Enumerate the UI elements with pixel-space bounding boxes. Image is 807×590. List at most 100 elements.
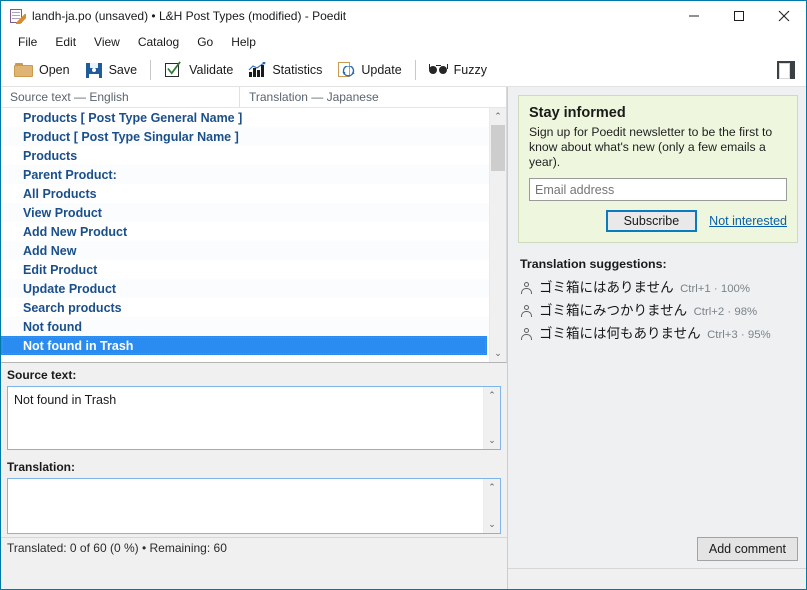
sidebar-bottom-strip [508,568,806,589]
maximize-icon[interactable] [716,1,761,31]
email-field[interactable] [529,178,787,201]
titlebar: landh-ja.po (unsaved) • L&H Post Types (… [1,1,806,31]
window-title: landh-ja.po (unsaved) • L&H Post Types (… [32,9,347,23]
list-body[interactable]: Products [ Post Type General Name ] Prod… [1,108,489,362]
table-row[interactable]: Add New [1,241,489,260]
translation-list-panel: Source text — English Translation — Japa… [1,87,507,363]
row-source: Update Product [23,281,117,296]
table-row[interactable]: All Products [1,184,489,203]
table-row[interactable]: Products [ Post Type General Name ] [1,108,489,127]
suggestion-meta: Ctrl+2 · 98% [693,306,758,318]
add-comment-button[interactable]: Add comment [696,537,798,561]
list-item[interactable]: ゴミ箱には何もありません Ctrl+3 · 95% [518,325,798,343]
open-button-label: Open [39,62,70,77]
menu-go[interactable]: Go [188,33,222,51]
translation-pane: Translation: ⌃ ⌄ [1,455,507,537]
table-row[interactable]: Product [ Post Type Singular Name ] [1,127,489,146]
suggestion-meta: Ctrl+3 · 95% [707,329,771,341]
toolbar-separator [150,59,152,80]
table-row[interactable]: Parent Product: [1,165,489,184]
menu-view[interactable]: View [85,33,129,51]
not-interested-link[interactable]: Not interested [709,214,787,228]
table-row[interactable]: Update Product [1,279,489,298]
update-button[interactable]: Update [329,55,408,85]
menu-help[interactable]: Help [222,33,265,51]
scrollbar-thumb[interactable] [491,125,505,171]
source-text-box: Not found in Trash ⌃ ⌄ [7,386,501,450]
menu-catalog[interactable]: Catalog [129,33,188,51]
row-source: Products [ Post Type General Name ] [23,110,243,125]
menu-file[interactable]: File [9,33,46,51]
table-row[interactable]: Not found [1,317,489,336]
left-column: Source text — English Translation — Japa… [1,87,507,589]
scroll-down-icon[interactable]: ⌄ [484,516,500,533]
table-row[interactable]: View Product [1,203,489,222]
subscribe-button[interactable]: Subscribe [605,210,698,232]
menu-edit[interactable]: Edit [46,33,85,51]
floppy-disk-icon [84,60,104,80]
row-source: Add New Product [23,224,128,239]
table-row[interactable]: Search products [1,298,489,317]
add-comment-wrap: Add comment [696,537,798,561]
source-text-scrollbar[interactable]: ⌃ ⌄ [483,387,500,449]
poedit-window: landh-ja.po (unsaved) • L&H Post Types (… [0,0,807,590]
minimize-icon[interactable] [671,1,716,31]
menubar: File Edit View Catalog Go Help [1,31,806,53]
glasses-icon [428,60,449,80]
table-row[interactable]: Edit Product [1,260,489,279]
column-header-translation[interactable]: Translation — Japanese [239,87,506,107]
row-source: Edit Product [23,262,98,277]
close-icon[interactable] [761,1,806,31]
folder-icon [14,60,34,80]
row-source: Search products [23,300,122,315]
refresh-page-icon [336,60,356,80]
save-button[interactable]: Save [77,55,145,85]
scrollbar-track[interactable] [490,125,506,345]
scroll-up-icon[interactable]: ⌃ [484,479,500,496]
bar-chart-icon [247,60,267,80]
open-button[interactable]: Open [7,55,77,85]
window-controls [671,1,806,31]
row-source: Not found [23,319,83,334]
status-bar-text: Translated: 0 of 60 (0 %) • Remaining: 6… [7,541,227,555]
suggestions-title: Translation suggestions: [520,257,667,271]
validate-button[interactable]: Validate [157,55,240,85]
row-source: Not found in Trash [23,338,134,353]
list-scrollbar[interactable]: ⌃ ⌄ [489,108,506,362]
suggestion-meta: Ctrl+1 · 100% [680,283,751,295]
row-source: Add New [23,243,77,258]
column-header-source[interactable]: Source text — English [1,87,239,107]
toolbar-separator-2 [414,59,416,80]
table-row[interactable]: Products [1,146,489,165]
translation-input-value[interactable] [8,479,483,533]
list-item[interactable]: ゴミ箱にはありません Ctrl+1 · 100% [518,279,798,297]
source-text-value: Not found in Trash [14,393,117,407]
scroll-up-icon[interactable]: ⌃ [484,387,500,404]
scroll-up-icon[interactable]: ⌃ [490,108,506,125]
list-item[interactable]: ゴミ箱にみつかりません Ctrl+2 · 98% [518,302,798,320]
newsletter-body: Sign up for Poedit newsletter to be the … [529,125,773,169]
translation-scrollbar[interactable]: ⌃ ⌄ [483,479,500,533]
row-source: All Products [23,186,97,201]
sidebar: Stay informed Sign up for Poedit newslet… [507,87,806,589]
sidebar-panel-icon[interactable] [774,58,798,82]
table-row-selected[interactable]: Not found in Trash [1,336,487,355]
main-content: Source text — English Translation — Japa… [1,87,806,589]
suggestion-text: ゴミ箱には何もありません [539,326,701,341]
row-source: Product [ Post Type Singular Name ] [23,129,239,144]
save-button-label: Save [108,62,138,77]
translation-label: Translation: [1,455,507,478]
update-button-label: Update [361,62,402,77]
scroll-down-icon[interactable]: ⌄ [490,345,506,362]
translation-input-box[interactable]: ⌃ ⌄ [7,478,501,534]
person-icon [520,304,534,320]
table-row[interactable]: Add New Product [1,222,489,241]
validate-button-label: Validate [189,62,234,77]
person-icon [520,281,534,297]
fuzzy-button[interactable]: Fuzzy [422,55,494,85]
newsletter-title: Stay informed [529,105,626,121]
scroll-down-icon[interactable]: ⌄ [484,432,500,449]
source-text-label: Source text: [1,363,507,386]
statistics-button[interactable]: Statistics [240,55,329,85]
row-source: Products [23,148,78,163]
